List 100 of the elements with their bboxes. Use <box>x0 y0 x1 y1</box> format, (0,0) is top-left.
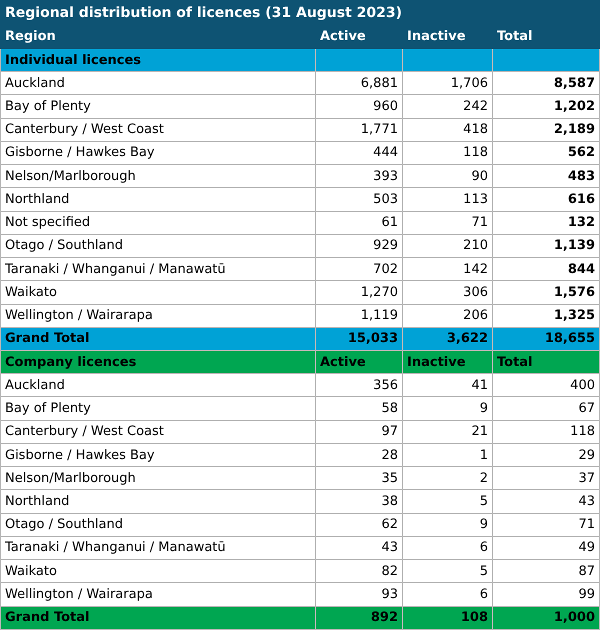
grand-total-cell: 15,033 <box>316 327 402 350</box>
table-cell: 206 <box>402 304 492 328</box>
total-cell: 49 <box>492 536 600 560</box>
total-cell: 844 <box>492 258 600 281</box>
grand-total-cell: 892 <box>316 606 402 630</box>
total-cell: 37 <box>492 466 600 490</box>
grand-total-cell: 1,000 <box>492 606 600 630</box>
section-header: Individual licences <box>0 48 316 72</box>
table-cell: 2 <box>402 466 492 490</box>
table-cell: 28 <box>316 443 402 467</box>
table-cell: 6 <box>402 582 492 606</box>
region-cell: Wellington / Wairarapa <box>0 304 316 328</box>
table-cell: 58 <box>316 396 402 420</box>
total-cell: 118 <box>492 420 600 444</box>
table-cell: 41 <box>402 374 492 397</box>
table-cell: 1,706 <box>402 72 492 95</box>
grand-total-cell: 108 <box>402 606 492 630</box>
total-cell: 87 <box>492 560 600 583</box>
table-cell: 6,881 <box>316 72 402 95</box>
table-cell: 38 <box>316 490 402 514</box>
table-cell: 5 <box>402 490 492 514</box>
column-header: Active <box>316 350 402 374</box>
region-cell: Northland <box>0 188 316 212</box>
table-cell: 393 <box>316 164 402 188</box>
table-cell: 210 <box>402 234 492 258</box>
region-cell: Canterbury / West Coast <box>0 118 316 142</box>
table-cell: 90 <box>402 164 492 188</box>
region-cell: Canterbury / West Coast <box>0 420 316 444</box>
table-cell: 503 <box>316 188 402 212</box>
total-cell: 132 <box>492 211 600 234</box>
region-cell: Wellington / Wairarapa <box>0 582 316 606</box>
table-cell: 960 <box>316 94 402 118</box>
region-cell: Otago / Southland <box>0 234 316 258</box>
region-cell: Bay of Plenty <box>0 396 316 420</box>
column-header: Inactive <box>402 25 492 48</box>
region-cell: Bay of Plenty <box>0 94 316 118</box>
grand-total-label: Grand Total <box>0 606 316 630</box>
table-cell: 71 <box>402 211 492 234</box>
grand-total-cell: 18,655 <box>492 327 600 350</box>
column-header: Region <box>0 25 316 48</box>
region-cell: Nelson/Marlborough <box>0 164 316 188</box>
table-cell: 444 <box>316 141 402 165</box>
column-header: Total <box>492 25 600 48</box>
total-cell: 616 <box>492 188 600 212</box>
column-header: Total <box>492 350 600 374</box>
table-cell: 97 <box>316 420 402 444</box>
table-cell: 21 <box>402 420 492 444</box>
region-cell: Gisborne / Hawkes Bay <box>0 141 316 165</box>
table-cell: 62 <box>316 513 402 536</box>
total-cell: 400 <box>492 374 600 397</box>
region-cell: Taranaki / Whanganui / Manawatū <box>0 536 316 560</box>
total-cell: 1,139 <box>492 234 600 258</box>
table-cell: 929 <box>316 234 402 258</box>
table-cell: 6 <box>402 536 492 560</box>
region-cell: Gisborne / Hawkes Bay <box>0 443 316 467</box>
total-cell: 29 <box>492 443 600 467</box>
region-cell: Not specified <box>0 211 316 234</box>
table-cell: 1,270 <box>316 280 402 304</box>
column-header: Active <box>316 25 402 48</box>
table-cell: 242 <box>402 94 492 118</box>
table-title: Regional distribution of licences (31 August 2023) <box>0 0 600 26</box>
table-cell: 1 <box>402 443 492 467</box>
total-cell: 8,587 <box>492 72 600 95</box>
region-cell: Waikato <box>0 280 316 304</box>
region-cell: Nelson/Marlborough <box>0 466 316 490</box>
table-cell: 35 <box>316 466 402 490</box>
table-cell: 43 <box>316 536 402 560</box>
region-cell: Taranaki / Whanganui / Manawatū <box>0 258 316 281</box>
total-cell: 2,189 <box>492 118 600 142</box>
total-cell: 1,325 <box>492 304 600 328</box>
total-cell: 71 <box>492 513 600 536</box>
column-header: Inactive <box>402 350 492 374</box>
region-cell: Waikato <box>0 560 316 583</box>
table-cell: 356 <box>316 374 402 397</box>
total-cell: 99 <box>492 582 600 606</box>
table-cell: 5 <box>402 560 492 583</box>
table-cell: 93 <box>316 582 402 606</box>
table-cell: 9 <box>402 513 492 536</box>
grand-total-label: Grand Total <box>0 327 316 350</box>
table-cell: 9 <box>402 396 492 420</box>
region-cell: Northland <box>0 490 316 514</box>
grand-total-cell: 3,622 <box>402 327 492 350</box>
table-cell: 306 <box>402 280 492 304</box>
table-cell: 1,119 <box>316 304 402 328</box>
section-header: Company licences <box>0 350 316 374</box>
region-cell: Auckland <box>0 72 316 95</box>
total-cell: 1,202 <box>492 94 600 118</box>
table-cell: 82 <box>316 560 402 583</box>
total-cell: 67 <box>492 396 600 420</box>
total-cell: 562 <box>492 141 600 165</box>
table-cell: 142 <box>402 258 492 281</box>
total-cell: 483 <box>492 164 600 188</box>
table-cell: 702 <box>316 258 402 281</box>
region-cell: Otago / Southland <box>0 513 316 536</box>
total-cell: 43 <box>492 490 600 514</box>
table-cell: 113 <box>402 188 492 212</box>
table-cell: 1,771 <box>316 118 402 142</box>
table-cell: 61 <box>316 211 402 234</box>
table-cell: 418 <box>402 118 492 142</box>
total-cell: 1,576 <box>492 280 600 304</box>
